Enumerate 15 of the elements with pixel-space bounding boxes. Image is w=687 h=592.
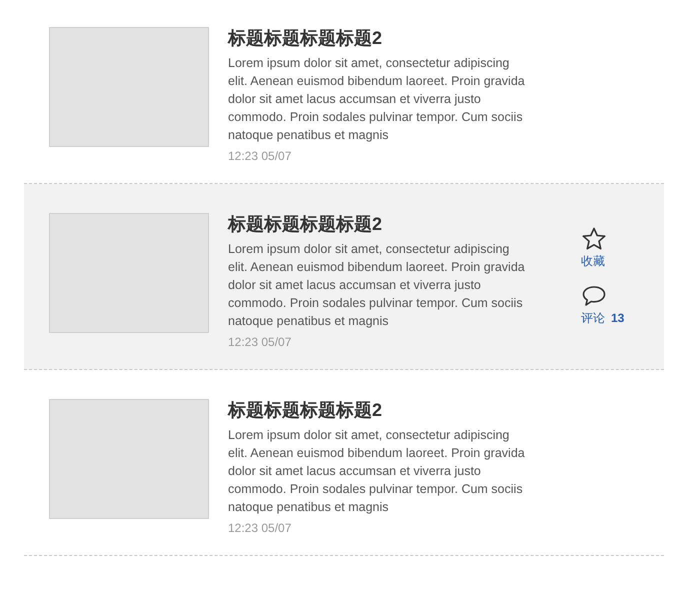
comment-link[interactable]: 评论 [581,310,605,327]
speech-bubble-icon [581,284,607,308]
star-icon [581,227,607,251]
timestamp: 12:23 05/07 [228,335,292,349]
article-summary: Lorem ipsum dolor sit amet, consectetur adipiscing elit. Aenean euismod bibendum laoreet. Proin gravida dolor sit amet lacus accumsan et viverra justo commodo. Proin sodales pulvinar tempor. Cum sociis natoque penatibus et magnis [228,55,526,144]
favorite-link[interactable]: 收藏 [581,253,605,270]
article-title[interactable]: 标题标题标题标题2 [228,213,526,235]
timestamp: 12:23 05/07 [228,521,292,535]
article-title[interactable]: 标题标题标题标题2 [228,27,526,49]
timestamp: 12:23 05/07 [228,149,292,163]
article-row[interactable] [24,184,664,370]
article-summary: Lorem ipsum dolor sit amet, consectetur adipiscing elit. Aenean euismod bibendum laoreet. Proin gravida dolor sit amet lacus accumsan et viverra justo commodo. Proin sodales pulvinar tempor. Cum sociis natoque penatibus et magnis [228,241,526,330]
article-title[interactable]: 标题标题标题标题2 [228,399,526,421]
comment-count: 13 [611,311,624,325]
article-summary: Lorem ipsum dolor sit amet, consectetur adipiscing elit. Aenean euismod bibendum laoreet. Proin gravida dolor sit amet lacus accumsan et viverra justo commodo. Proin sodales pulvinar tempor. Cum sociis natoque penatibus et magnis [228,427,526,516]
